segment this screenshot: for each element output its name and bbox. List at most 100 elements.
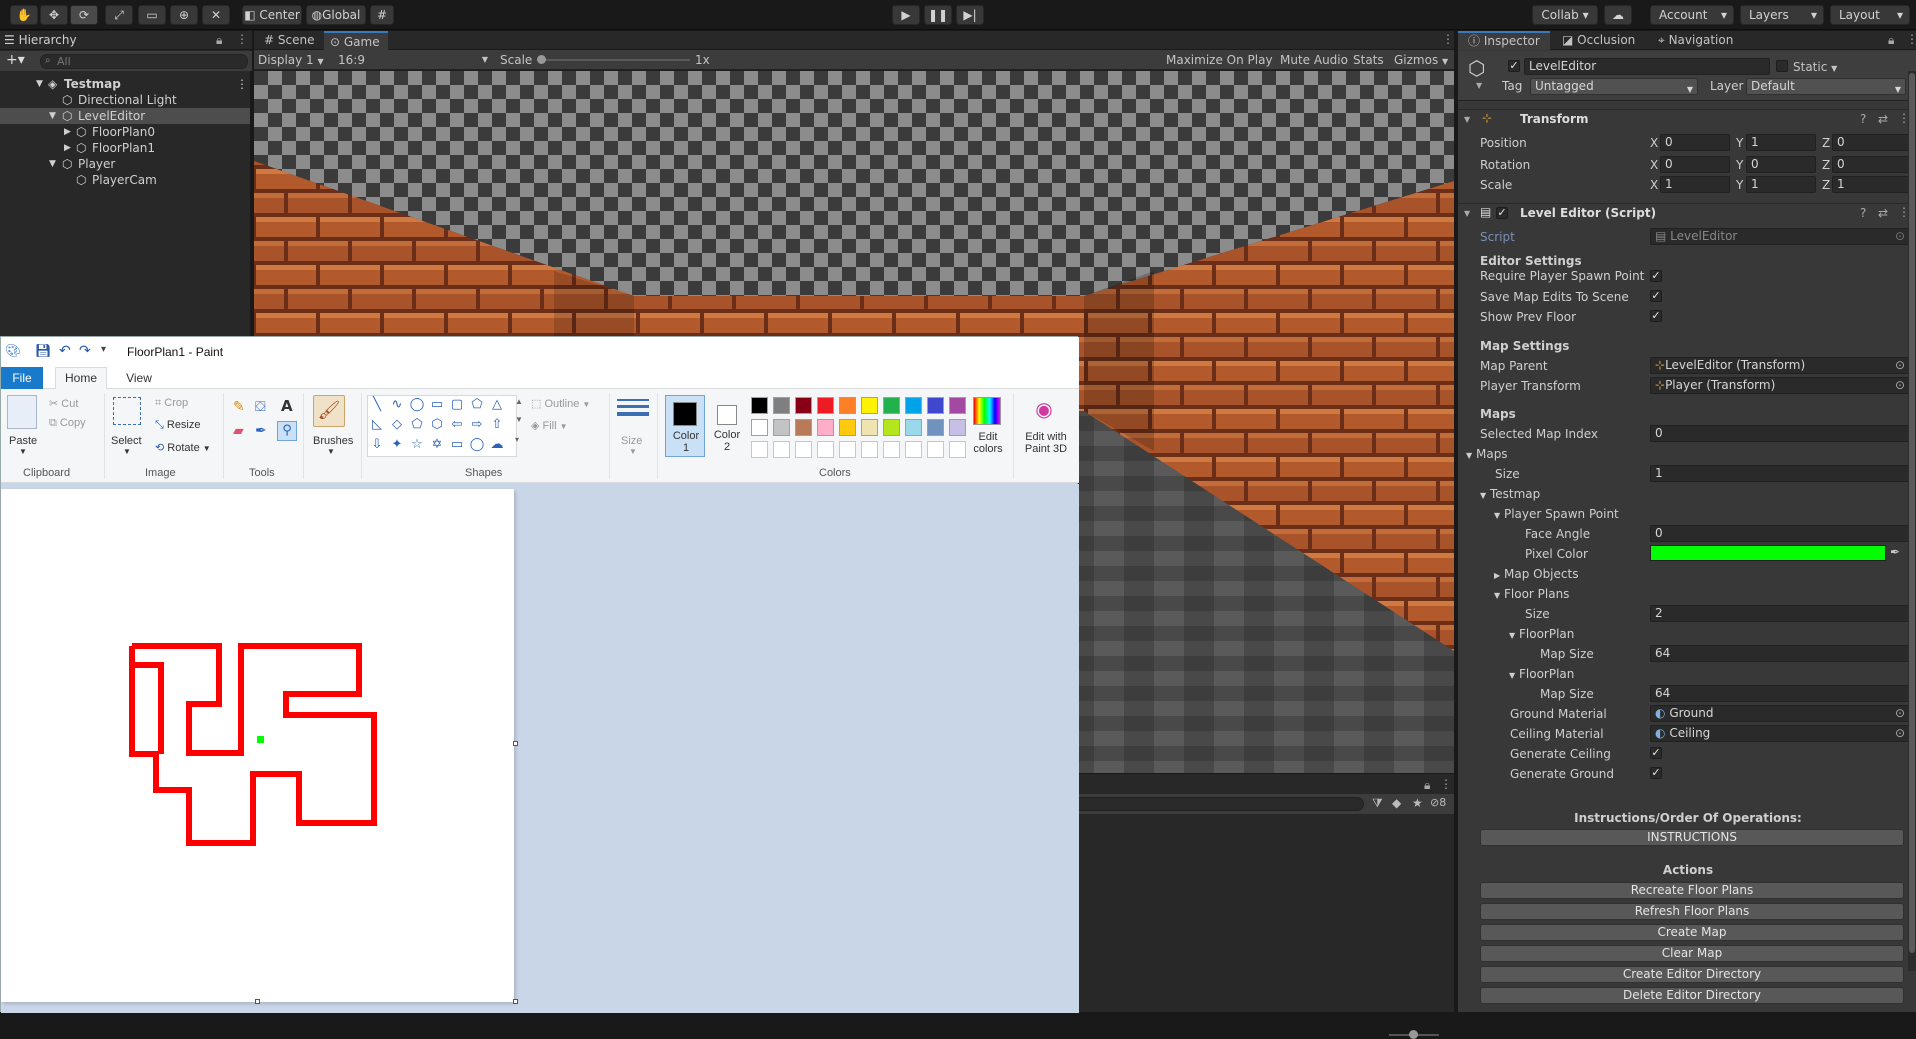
magnifier-icon[interactable]: ⚲: [277, 421, 297, 441]
pixel-color-field[interactable]: [1650, 545, 1886, 561]
ground-material-field[interactable]: ◐ Ground ⊙: [1650, 705, 1910, 722]
hierarchy-scene-testmap[interactable]: ▼ ◈ Testmap ⋮: [0, 76, 250, 92]
star-icon[interactable]: ★: [1412, 796, 1423, 810]
hierarchy-search-input[interactable]: All: [40, 54, 248, 69]
rotation-x-field[interactable]: 0: [1660, 156, 1730, 173]
edit-colors-button[interactable]: Edit colors: [971, 431, 1005, 455]
callout-cloud-icon[interactable]: ☁: [489, 437, 505, 453]
leveleditor-script-header[interactable]: ▼ ▤ ✓ Level Editor (Script) ? ⇄ ⋮: [1458, 203, 1916, 223]
hexagon-shape-icon[interactable]: ⬡: [429, 417, 445, 433]
display-dropdown[interactable]: Display 1 ▼: [258, 52, 332, 68]
paste-button[interactable]: Paste: [9, 435, 37, 447]
object-picker-icon[interactable]: ⊙: [1895, 706, 1905, 721]
maps-foldout[interactable]: ▼ Maps: [1466, 446, 1508, 462]
palette-swatch[interactable]: [751, 419, 768, 436]
palette-swatch[interactable]: [773, 397, 790, 414]
tab-occlusion[interactable]: ◪ Occlusion: [1562, 31, 1635, 50]
four-point-star-icon[interactable]: ✦: [389, 437, 405, 453]
inspector-scrollbar-thumb[interactable]: [1909, 73, 1915, 953]
palette-swatch[interactable]: [839, 419, 856, 436]
more-icon[interactable]: ⋮: [236, 32, 248, 46]
hierarchy-item-floorplan0[interactable]: ▶ ⬡ FloorPlan0: [0, 124, 250, 140]
oval-shape-icon[interactable]: ◯: [409, 397, 425, 413]
palette-swatch[interactable]: [751, 397, 768, 414]
console-zoom-handle[interactable]: [1409, 1030, 1418, 1039]
palette-swatch[interactable]: [817, 441, 834, 458]
object-active-checkbox[interactable]: ✓: [1508, 60, 1520, 72]
cut-button[interactable]: ✂ Cut: [49, 397, 78, 410]
gizmos-toggle[interactable]: Gizmos: [1394, 52, 1438, 68]
more-icon[interactable]: ⋮: [236, 76, 248, 92]
custom-tool-button[interactable]: ✕: [202, 5, 230, 25]
gallery-scroll-down-icon[interactable]: ▼: [515, 415, 523, 424]
filter-icon[interactable]: ⧩: [1372, 796, 1383, 811]
palette-swatch[interactable]: [905, 441, 922, 458]
polygon-shape-icon[interactable]: ⬠: [469, 397, 485, 413]
palette-swatch[interactable]: [795, 441, 812, 458]
help-icon[interactable]: ?: [1860, 112, 1866, 126]
fill-dropdown[interactable]: ◈ Fill ▼: [531, 419, 568, 432]
curve-shape-icon[interactable]: ∿: [389, 397, 405, 413]
rect-tool-button[interactable]: ▭: [138, 5, 166, 25]
tab-file[interactable]: File: [1, 367, 43, 389]
gallery-expand-icon[interactable]: ▾: [515, 435, 519, 444]
show-prev-floor-checkbox[interactable]: ✓: [1650, 310, 1662, 322]
tab-game[interactable]: ⊙ Game: [324, 31, 388, 50]
object-picker-icon[interactable]: ⊙: [1895, 726, 1905, 741]
color2-button[interactable]: Color 2: [709, 395, 745, 457]
move-tool-button[interactable]: ✥: [40, 5, 68, 25]
palette-swatch[interactable]: [905, 419, 922, 436]
add-icon[interactable]: +▾: [6, 52, 25, 68]
hierarchy-item-leveleditor[interactable]: ▼ ⬡ LevelEditor: [0, 108, 250, 124]
palette-swatch[interactable]: [839, 397, 856, 414]
chevron-down-icon[interactable]: ▼: [123, 447, 131, 456]
resize-button[interactable]: ⤡ Resize: [155, 419, 201, 432]
pencil-icon[interactable]: ✎: [233, 399, 245, 415]
fill-icon[interactable]: ⛋: [255, 399, 266, 415]
pivot-center-button[interactable]: ◧ Center: [242, 5, 302, 25]
delete-editor-directory-button[interactable]: Delete Editor Directory: [1480, 987, 1904, 1004]
chevron-down-icon[interactable]: ▼: [1476, 81, 1482, 90]
help-icon[interactable]: ?: [1860, 206, 1866, 220]
right-triangle-shape-icon[interactable]: ◺: [369, 417, 385, 433]
rectangle-shape-icon[interactable]: ▭: [429, 397, 445, 413]
palette-swatch[interactable]: [773, 419, 790, 436]
tab-inspector[interactable]: ⓘ Inspector: [1458, 31, 1550, 50]
right-arrow-shape-icon[interactable]: ⇨: [469, 417, 485, 433]
layout-dropdown[interactable]: Layout ▾: [1830, 5, 1910, 25]
palette-swatch[interactable]: [751, 441, 768, 458]
rotate-tool-button[interactable]: ⟳: [70, 5, 98, 25]
instructions-button[interactable]: INSTRUCTIONS: [1480, 829, 1904, 846]
account-dropdown[interactable]: Account ▾: [1650, 5, 1734, 25]
grid-snap-button[interactable]: #: [370, 5, 394, 25]
select-button[interactable]: Select: [111, 435, 142, 447]
palette-swatch[interactable]: [883, 441, 900, 458]
six-point-star-icon[interactable]: ✡: [429, 437, 445, 453]
paint-canvas[interactable]: [1, 489, 514, 1002]
ceiling-material-field[interactable]: ◐ Ceiling ⊙: [1650, 725, 1910, 742]
up-arrow-shape-icon[interactable]: ⇧: [489, 417, 505, 433]
rotate-button[interactable]: ⟲ Rotate ▼: [155, 441, 211, 454]
create-editor-directory-button[interactable]: Create Editor Directory: [1480, 966, 1904, 983]
tab-home[interactable]: Home: [55, 367, 107, 390]
color1-button[interactable]: Color 1: [665, 395, 705, 457]
outline-dropdown[interactable]: ⬚ Outline ▼: [531, 397, 590, 410]
more-icon[interactable]: ⋮: [1442, 32, 1454, 46]
palette-swatch[interactable]: [861, 397, 878, 414]
preset-icon[interactable]: ⇄: [1878, 206, 1888, 220]
hierarchy-item-directional-light[interactable]: ⬡ Directional Light: [0, 92, 250, 108]
resize-handle-right[interactable]: [513, 741, 518, 746]
tab-scene[interactable]: # Scene: [256, 31, 322, 50]
resize-handle-corner[interactable]: [513, 999, 518, 1004]
map-parent-field[interactable]: ⊹LevelEditor (Transform) ⊙: [1650, 357, 1910, 374]
save-edits-checkbox[interactable]: ✓: [1650, 290, 1662, 302]
copy-button[interactable]: ⧉ Copy: [49, 417, 86, 430]
scale-slider-handle[interactable]: [537, 55, 546, 64]
chevron-down-icon[interactable]: ▼: [327, 447, 335, 456]
palette-swatch[interactable]: [817, 419, 834, 436]
clear-map-button[interactable]: Clear Map: [1480, 945, 1904, 962]
recreate-floor-plans-button[interactable]: Recreate Floor Plans: [1480, 882, 1904, 899]
color-picker-icon[interactable]: ✒: [255, 423, 267, 439]
chevron-down-icon[interactable]: ▼: [1442, 52, 1448, 70]
quick-access-dropdown-icon[interactable]: ▾: [101, 344, 106, 355]
